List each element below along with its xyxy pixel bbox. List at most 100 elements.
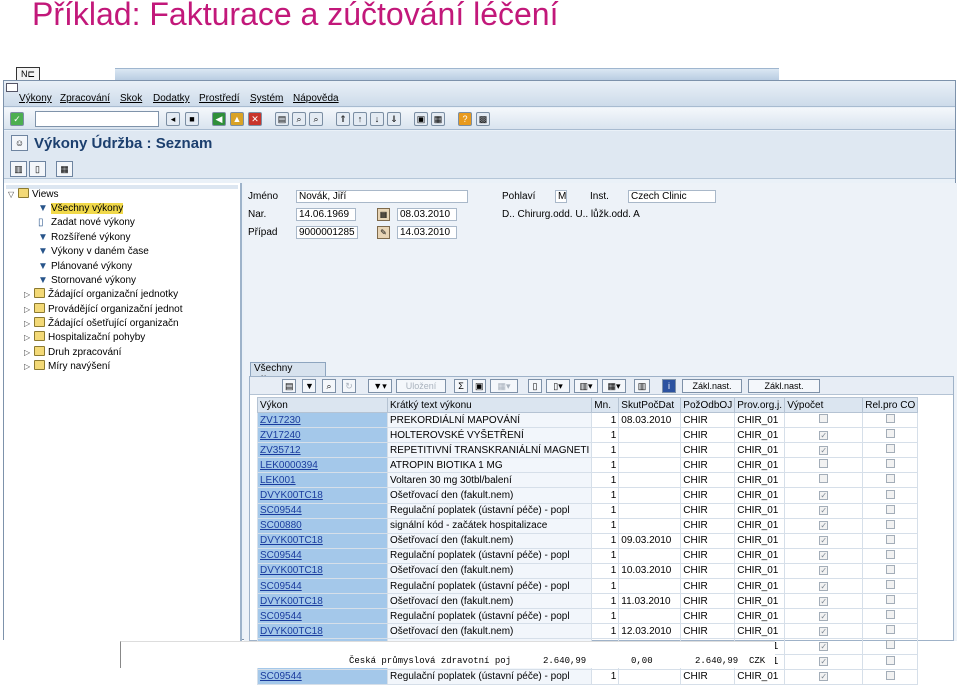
refresh-icon[interactable]: ↻ (342, 379, 356, 393)
relevant-co-checkbox[interactable] (885, 580, 895, 590)
calendar-icon[interactable]: ▦ (377, 208, 390, 221)
calculation-checkbox[interactable]: ✓ (819, 551, 829, 561)
service-code-link[interactable]: SC09544 (257, 668, 388, 685)
column-header[interactable]: Prov.org.j. (734, 397, 786, 413)
tree-item-druh-zpracovani[interactable]: ▷ Druh zpracování (24, 346, 121, 360)
service-code-link[interactable]: DVYK00TC18 (257, 623, 388, 640)
service-code-link[interactable]: DVYK00TC18 (257, 532, 388, 549)
tree-item-zadajici-oj[interactable]: ▷ Žádající organizační jednotky (24, 288, 178, 302)
copy-icon[interactable]: ▯▾ (546, 379, 570, 393)
table-row[interactable]: SC09544Regulační poplatek (ústavní péče)… (257, 502, 919, 519)
table-row[interactable]: LEK0000394 ATROPIN BIOTIKA 1 MG 1 CHIR CHIR_… (257, 457, 919, 474)
relevant-co-checkbox[interactable] (885, 549, 895, 559)
tree-toggle-icon[interactable]: ▥ (10, 161, 27, 177)
calculation-checkbox[interactable] (819, 414, 829, 424)
calculation-checkbox[interactable]: ✓ (819, 672, 829, 682)
find-icon[interactable]: ⌕ (292, 112, 306, 126)
table-row[interactable]: ZV17230 PREKORDIÁLNÍ MAPOVÁNÍ 1 08.03.2010 C… (257, 411, 919, 429)
relevant-co-checkbox[interactable] (885, 534, 895, 544)
case-calendar-icon[interactable]: ✎ (377, 226, 390, 239)
grid-icon[interactable]: ▦▾ (602, 379, 626, 393)
tree-item-miry-navyseni[interactable]: ▷ Míry navýšení (24, 360, 110, 374)
tree-item-v-danem-case[interactable]: ▼ Výkony v daném čase (38, 245, 149, 259)
save-layout-button[interactable]: Uložení (396, 379, 446, 393)
find-next-icon[interactable]: ⌕ (309, 112, 323, 126)
menu-zpracovani[interactable]: Zpracování (60, 93, 110, 104)
column-header[interactable]: Krátký text výkonu (386, 397, 593, 413)
calculation-checkbox[interactable] (819, 459, 829, 469)
tree-item-vsechny-vykony[interactable]: ▼ Všechny výkony (38, 202, 124, 216)
column-header[interactable]: Mn. (591, 397, 620, 413)
column-chart-icon[interactable]: ▥ (634, 379, 650, 393)
tree-item-rozsirene[interactable]: ▼ Rozšířené výkony (38, 231, 130, 245)
expand-icon[interactable]: ▷ (24, 331, 34, 345)
relevant-co-checkbox[interactable] (885, 474, 895, 484)
table-row[interactable]: SC09544Regulační poplatek (ústavní péče)… (257, 578, 919, 595)
table-row[interactable]: LEK001 Voltaren 30 mg 30tbl/balení 1 CHIR CH… (257, 472, 919, 489)
help-icon[interactable]: ? (458, 112, 472, 126)
column-header[interactable]: SkutPočDat (618, 397, 682, 413)
menu-dodatky[interactable]: Dodatky (153, 93, 190, 104)
service-code-link[interactable]: DVYK00TC18 (257, 562, 388, 580)
subtotal-icon[interactable]: ▣ (472, 379, 486, 393)
system-menu-icon[interactable] (6, 83, 18, 92)
basic-settings-button-2[interactable]: Zákl.nast. (748, 379, 820, 393)
command-field[interactable] (35, 111, 159, 127)
new-session-icon[interactable]: ▣ (414, 112, 428, 126)
service-code-link[interactable]: ZV35712 (257, 442, 388, 459)
column-header[interactable]: Výkon (257, 397, 388, 413)
calculation-checkbox[interactable]: ✓ (819, 596, 829, 606)
save-icon[interactable]: ■ (185, 112, 199, 126)
calculation-checkbox[interactable]: ✓ (819, 506, 829, 516)
first-page-icon[interactable]: ⇑ (336, 112, 350, 126)
table-row[interactable]: ZV35712 REPETITIVNÍ TRANSKRANIÁLNÍ MAGNET… (257, 442, 919, 459)
column-header[interactable]: Výpočet (784, 397, 864, 413)
menu-prostredi[interactable]: Prostředí (199, 93, 240, 104)
relevant-co-checkbox[interactable] (885, 459, 895, 469)
service-code-link[interactable]: DVYK00TC18 (257, 593, 388, 610)
relevant-co-checkbox[interactable] (885, 625, 895, 635)
basic-settings-button-1[interactable]: Zákl.nast. (682, 379, 742, 393)
tree-item-planovane[interactable]: ▼ Plánované výkony (38, 260, 132, 274)
relevant-co-checkbox[interactable] (885, 670, 895, 680)
calendar-view-icon[interactable]: ▦ (56, 161, 73, 177)
calculation-checkbox[interactable]: ✓ (819, 491, 829, 501)
calculation-checkbox[interactable]: ✓ (819, 536, 829, 546)
service-code-link[interactable]: LEK0000394 (257, 457, 388, 474)
collapse-icon[interactable]: ▽ (8, 188, 18, 202)
calculation-checkbox[interactable]: ✓ (819, 641, 829, 651)
service-code-link[interactable]: LEK001 (257, 472, 388, 489)
calculation-checkbox[interactable]: ✓ (819, 430, 829, 440)
relevant-co-checkbox[interactable] (885, 504, 895, 514)
enter-icon[interactable]: ✓ (10, 112, 24, 126)
tree-item-zadajici-osetrujici[interactable]: ▷ Žádající ošetřující organizačn (24, 317, 179, 331)
binoculars-icon[interactable]: ⌕ (322, 379, 336, 393)
detail-view-icon[interactable]: ▯ (29, 161, 46, 177)
relevant-co-checkbox[interactable] (885, 444, 895, 454)
calculation-checkbox[interactable]: ✓ (819, 611, 829, 621)
calculation-checkbox[interactable]: ✓ (819, 445, 829, 455)
table-row[interactable]: DVYK00TC18 Ošetřovací den (fakult.nem) 1 CH… (257, 487, 919, 504)
expand-icon[interactable]: ▷ (24, 360, 34, 374)
print-icon[interactable]: ▤ (282, 379, 296, 393)
cancel-icon[interactable]: ✕ (248, 112, 262, 126)
table-row[interactable]: SC09544Regulační poplatek (ústavní péče)… (257, 608, 919, 625)
service-code-link[interactable]: DVYK00TC18 (257, 487, 388, 504)
prev-page-icon[interactable]: ↑ (353, 112, 367, 126)
exit-icon[interactable]: ▲ (230, 112, 244, 126)
table-row[interactable]: DVYK00TC18 Ošetřovací den (fakult.nem) 1 12… (257, 623, 919, 640)
patient-icon[interactable]: ☺ (11, 135, 28, 151)
tree-item-zadat-nove[interactable]: ▯ Zadat nové výkony (38, 216, 135, 230)
shortcut-icon[interactable]: ▦ (431, 112, 445, 126)
service-code-link[interactable]: SC00880 (257, 517, 388, 534)
table-row[interactable]: SC00880 signální kód - začátek hospitaliz… (257, 517, 919, 534)
tree-item-stornovane[interactable]: ▼ Stornované výkony (38, 274, 136, 288)
tree-item-provadejici-oj[interactable]: ▷ Provádějící organizační jednot (24, 303, 183, 317)
relevant-co-checkbox[interactable] (885, 610, 895, 620)
table-row[interactable]: DVYK00TC18 Ošetřovací den (fakult.nem) 1 09… (257, 532, 919, 549)
relevant-co-checkbox[interactable] (885, 519, 895, 529)
calculation-checkbox[interactable]: ✓ (819, 521, 829, 531)
relevant-co-checkbox[interactable] (885, 640, 895, 650)
service-code-link[interactable]: SC09544 (257, 547, 388, 564)
relevant-co-checkbox[interactable] (885, 489, 895, 499)
